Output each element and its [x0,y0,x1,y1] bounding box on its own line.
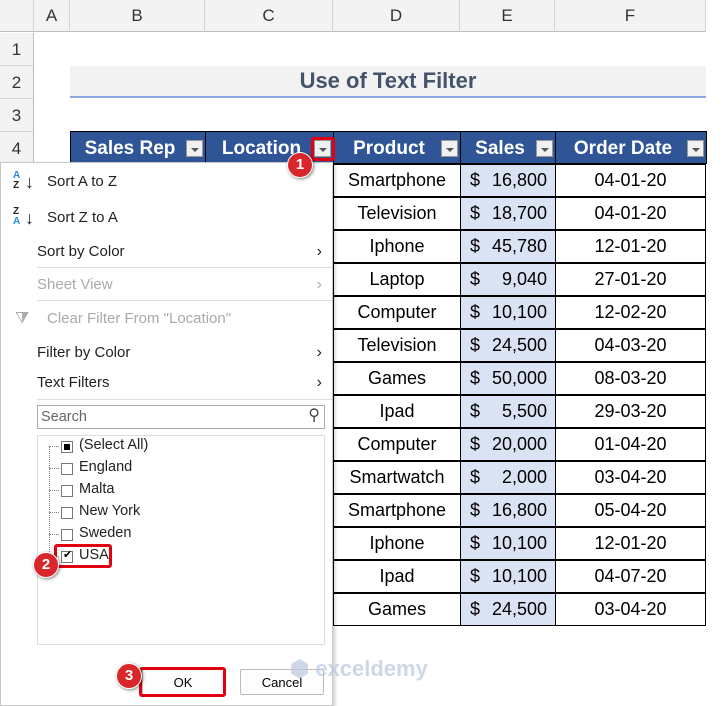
checkbox-unchecked[interactable] [61,485,73,497]
divider [37,399,332,400]
sort-az-icon: AZ [13,170,21,191]
sales-cell[interactable]: $20,000 [460,428,556,461]
highlight-usa [54,544,112,568]
filter-dropdown-button[interactable] [441,140,458,157]
product-cell[interactable]: Games [333,593,461,626]
product-cell[interactable]: Television [333,197,461,230]
highlight-ok [139,667,226,697]
filter-value-item[interactable]: England [79,459,132,475]
order-date-cell[interactable]: 08-03-20 [555,362,706,395]
divider [37,267,332,268]
sales-cell[interactable]: $9,040 [460,263,556,296]
sort-za-icon: ZA [13,206,21,227]
column-header-cell: Sales Rep [70,131,206,164]
search-input[interactable]: Search ⚲ [37,405,325,429]
sales-cell[interactable]: $24,500 [460,593,556,626]
sort-by-color[interactable]: Sort by Color › [1,237,332,267]
order-date-cell[interactable]: 04-07-20 [555,560,706,593]
filter-dropdown-button[interactable] [536,140,553,157]
filter-value-item[interactable]: (Select All) [79,437,148,453]
sales-cell[interactable]: $24,500 [460,329,556,362]
column-header-cell: Order Date [555,131,707,164]
step-badge-1: 1 [287,152,313,178]
column-header-cell: Product [333,131,461,164]
checkbox-unchecked[interactable] [61,463,73,475]
step-badge-3: 3 [116,663,142,689]
sheet-view: Sheet View › [1,270,332,300]
column-header-cell: Sales [460,131,556,164]
sort-z-to-a[interactable]: Z A ↓ Sort Z to A [1,203,332,233]
product-cell[interactable]: Smartphone [333,164,461,197]
filter-value-item[interactable]: Malta [79,481,114,497]
clear-filter: ⧩ Clear Filter From "Location" [1,304,332,334]
order-date-cell[interactable]: 04-01-20 [555,197,706,230]
filter-dropdown-menu: A Z ↓ Sort A to Z Z A ↓ Sort Z to A Sort by … [0,162,333,706]
order-date-cell[interactable]: 27-01-20 [555,263,706,296]
column-header[interactable]: D [333,0,460,32]
chevron-right-icon: › [316,276,322,293]
order-date-cell[interactable]: 29-03-20 [555,395,706,428]
column-header[interactable]: E [460,0,555,32]
column-header[interactable]: A [34,0,70,32]
product-cell[interactable]: Smartwatch [333,461,461,494]
product-cell[interactable]: Iphone [333,230,461,263]
sales-cell[interactable]: $10,100 [460,560,556,593]
clear-filter-icon: ⧩ [15,310,30,327]
filter-value-item[interactable]: New York [79,503,140,519]
search-icon: ⚲ [308,407,320,424]
filter-value-item[interactable]: Sweden [79,525,131,541]
order-date-cell[interactable]: 04-03-20 [555,329,706,362]
row-header[interactable]: 4 [0,132,34,165]
order-date-cell[interactable]: 03-04-20 [555,593,706,626]
filter-dropdown-button[interactable] [186,140,203,157]
product-cell[interactable]: Computer [333,296,461,329]
divider [37,300,332,301]
column-header[interactable]: C [205,0,333,32]
sales-cell[interactable]: $50,000 [460,362,556,395]
filter-by-color[interactable]: Filter by Color › [1,338,332,368]
order-date-cell[interactable]: 12-01-20 [555,527,706,560]
text-filters[interactable]: Text Filters › [1,368,332,398]
watermark-logo: ⬢ exceldemy [290,656,428,681]
checkbox-partial[interactable] [61,441,73,453]
order-date-cell[interactable]: 05-04-20 [555,494,706,527]
sales-cell[interactable]: $45,780 [460,230,556,263]
step-badge-2: 2 [33,552,59,578]
sheet-title: Use of Text Filter [70,66,706,98]
sales-cell[interactable]: $5,500 [460,395,556,428]
row-header[interactable]: 1 [0,33,34,66]
sort-a-to-z[interactable]: A Z ↓ Sort A to Z [1,167,332,197]
order-date-cell[interactable]: 12-02-20 [555,296,706,329]
order-date-cell[interactable]: 12-01-20 [555,230,706,263]
row-header[interactable]: 2 [0,66,34,99]
filter-dropdown-button[interactable] [687,140,704,157]
chevron-right-icon: › [316,243,322,260]
order-date-cell[interactable]: 03-04-20 [555,461,706,494]
sales-cell[interactable]: $10,100 [460,296,556,329]
product-cell[interactable]: Ipad [333,395,461,428]
product-cell[interactable]: Ipad [333,560,461,593]
row-header[interactable]: 3 [0,99,34,132]
product-cell[interactable]: Iphone [333,527,461,560]
product-cell[interactable]: Television [333,329,461,362]
column-header[interactable]: B [70,0,205,32]
order-date-cell[interactable]: 01-04-20 [555,428,706,461]
highlight-location-dropdown [311,137,335,161]
sales-cell[interactable]: $16,800 [460,164,556,197]
chevron-right-icon: › [316,344,322,361]
product-cell[interactable]: Smartphone [333,494,461,527]
product-cell[interactable]: Laptop [333,263,461,296]
product-cell[interactable]: Computer [333,428,461,461]
checkbox-unchecked[interactable] [61,507,73,519]
checkbox-unchecked[interactable] [61,529,73,541]
sales-cell[interactable]: $2,000 [460,461,556,494]
select-all-corner[interactable] [0,0,34,32]
order-date-cell[interactable]: 04-01-20 [555,164,706,197]
sales-cell[interactable]: $10,100 [460,527,556,560]
product-cell[interactable]: Games [333,362,461,395]
sales-cell[interactable]: $16,800 [460,494,556,527]
sales-cell[interactable]: $18,700 [460,197,556,230]
chevron-right-icon: › [316,374,322,391]
column-header[interactable]: F [555,0,706,32]
